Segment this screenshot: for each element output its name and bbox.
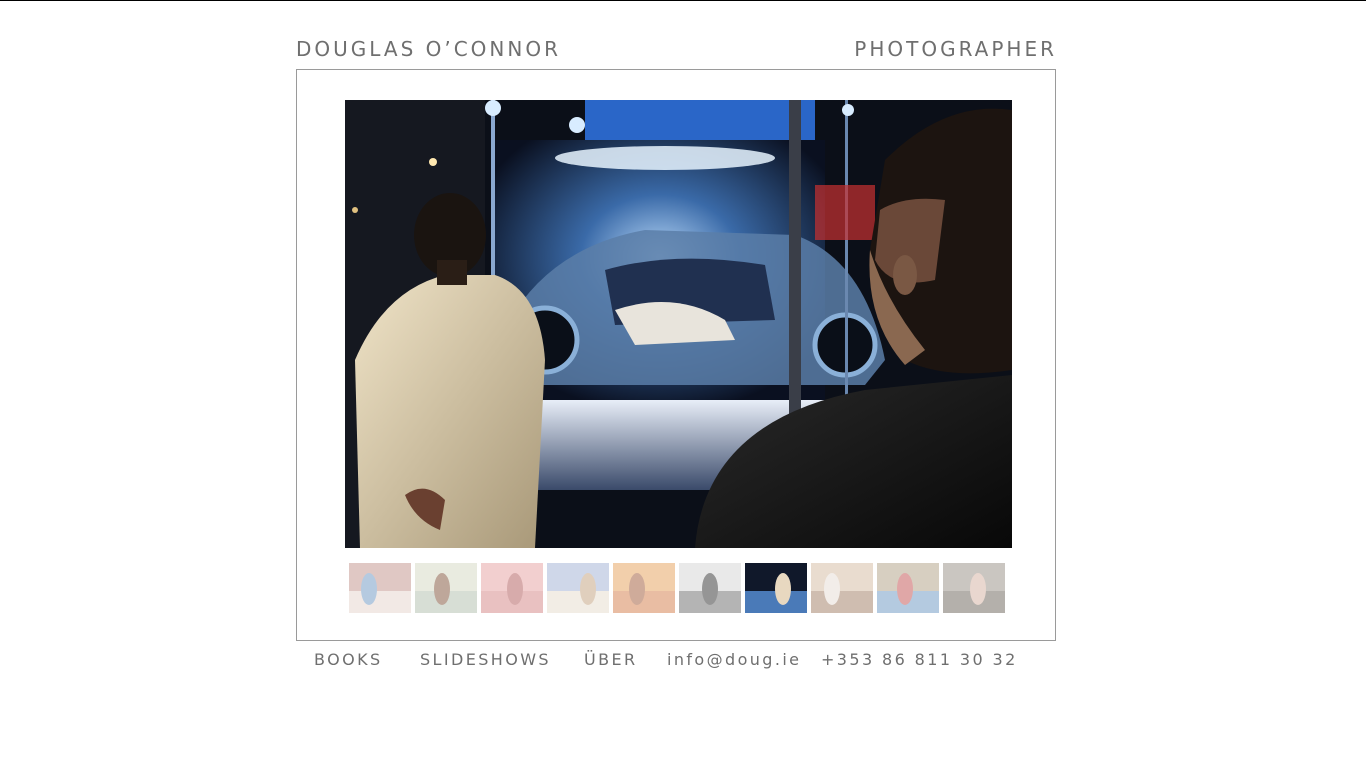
main-photo[interactable] — [345, 100, 1012, 548]
footer-nav: BOOKS SLIDESHOWS ÜBER info@doug.ie +353 … — [0, 650, 1366, 672]
thumbnail-image — [745, 563, 807, 613]
woman-portrait-thumbnail[interactable] — [943, 563, 1005, 613]
thumbnail-image — [481, 563, 543, 613]
street-people-thumbnail[interactable] — [679, 563, 741, 613]
top-border-line — [0, 0, 1366, 1]
man-in-room-thumbnail[interactable] — [349, 563, 411, 613]
thumbnail-image — [349, 563, 411, 613]
thumbnail-image — [415, 563, 477, 613]
thumbnail-image — [943, 563, 1005, 613]
email-link[interactable]: info@doug.ie — [667, 650, 801, 669]
photographer-title: PHOTOGRAPHER — [854, 37, 1057, 61]
thumbnail-image — [877, 563, 939, 613]
thumbnail-image — [613, 563, 675, 613]
crowd-festival-thumbnail[interactable] — [613, 563, 675, 613]
car-showroom-thumbnail[interactable] — [745, 563, 807, 613]
car-showroom-photo — [345, 100, 1012, 548]
building-sky-thumbnail[interactable] — [547, 563, 609, 613]
thumbnail-strip — [349, 563, 1005, 613]
uber-link[interactable]: ÜBER — [584, 650, 638, 669]
phone-number[interactable]: +353 86 811 30 32 — [821, 650, 1018, 669]
thumbnail-image — [547, 563, 609, 613]
thumbnail-image — [679, 563, 741, 613]
market-crowd-thumbnail[interactable] — [877, 563, 939, 613]
bedroom-window-thumbnail[interactable] — [415, 563, 477, 613]
gallery-frame — [296, 69, 1056, 641]
pink-room-thumbnail[interactable] — [481, 563, 543, 613]
photographer-name: DOUGLAS O’CONNOR — [296, 37, 561, 61]
shop-interior-thumbnail[interactable] — [811, 563, 873, 613]
books-link[interactable]: BOOKS — [314, 650, 383, 669]
slideshows-link[interactable]: SLIDESHOWS — [420, 650, 551, 669]
thumbnail-image — [811, 563, 873, 613]
